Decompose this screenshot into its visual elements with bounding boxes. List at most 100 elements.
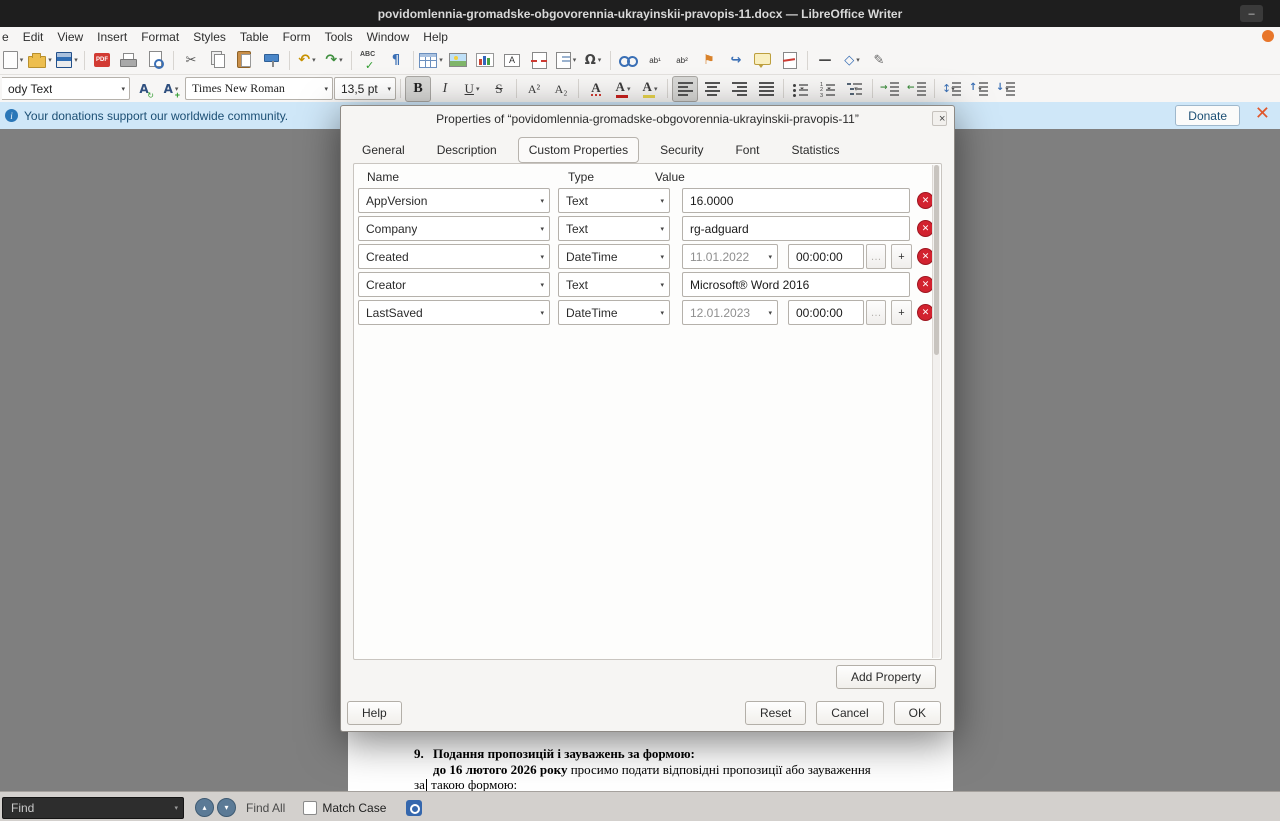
property-name-combobox[interactable]: AppVersion▾ [358,188,550,213]
add-value-button[interactable]: + [891,244,912,269]
decrease-paragraph-spacing-icon[interactable]: ▾ [993,76,1019,102]
find-and-replace-icon[interactable] [406,800,422,816]
line-spacing-dropdown-icon[interactable]: ▾ [951,85,955,93]
property-date-picker[interactable]: 11.01.2022▾ [682,244,778,269]
find-all-button[interactable]: Find All [246,801,285,815]
save-icon[interactable]: ▾ [54,47,80,73]
clone-formatting-icon[interactable]: ▾ [259,47,285,73]
insert-textbox-icon[interactable] [499,47,525,73]
ok-button[interactable]: OK [894,701,941,725]
clone-formatting-dropdown-icon[interactable]: ▾ [271,56,275,64]
match-case-checkbox[interactable] [303,801,317,815]
type-dropdown-icon[interactable]: ▾ [660,225,664,233]
scrollbar-thumb[interactable] [934,165,939,355]
property-type-combobox[interactable]: DateTime▾ [558,300,670,325]
decrease-paragraph-spacing-dropdown-icon[interactable]: ▾ [1005,85,1009,93]
property-type-combobox[interactable]: Text▾ [558,272,670,297]
insert-bookmark-icon[interactable]: ⚑ [696,47,722,73]
update-notification-icon[interactable] [1262,30,1274,42]
paragraph-style-dropdown-icon[interactable]: ▾ [121,85,125,93]
tab-statistics[interactable]: Statistics [780,137,850,163]
new-document-icon[interactable]: ▾ [0,47,26,73]
increase-paragraph-spacing-icon[interactable]: ▾ [966,76,992,102]
insert-comment-icon[interactable] [750,47,776,73]
property-name-combobox[interactable]: LastSaved▾ [358,300,550,325]
redo-icon[interactable]: ↷▾ [321,47,347,73]
tab-general[interactable]: General [351,137,416,163]
font-color-icon[interactable]: A▾ [610,76,636,102]
find-next-button[interactable]: ▾ [217,798,236,817]
highlight-color-dropdown-icon[interactable]: ▾ [654,85,658,93]
insert-table-dropdown-icon[interactable]: ▾ [439,56,443,64]
insert-table-icon[interactable]: ▾ [418,47,444,73]
align-left-icon[interactable] [672,76,698,102]
menu-window[interactable]: Window [360,27,417,46]
character-spotlight-icon[interactable]: A [583,76,609,102]
name-dropdown-icon[interactable]: ▾ [540,281,544,289]
line-spacing-icon[interactable]: ▾ [939,76,965,102]
add-value-button[interactable]: + [891,300,912,325]
font-size-combobox[interactable]: 13,5 pt ▾ [334,77,396,100]
new-document-dropdown-icon[interactable]: ▾ [20,56,24,64]
strikethrough-icon[interactable]: S [486,76,512,102]
insert-image-icon[interactable] [445,47,471,73]
tab-security[interactable]: Security [649,137,714,163]
align-right-icon[interactable] [726,76,752,102]
update-style-icon[interactable]: A [131,76,157,102]
open-icon[interactable]: ▾ [27,47,53,73]
property-name-combobox[interactable]: Created▾ [358,244,550,269]
special-character-icon[interactable]: Ω▾ [580,47,606,73]
property-date-picker[interactable]: 12.01.2023▾ [682,300,778,325]
menu-tools[interactable]: Tools [318,27,360,46]
increase-paragraph-spacing-dropdown-icon[interactable]: ▾ [978,85,982,93]
property-type-combobox[interactable]: Text▾ [558,216,670,241]
align-justify-icon[interactable] [753,76,779,102]
outline-list-icon[interactable]: ▾ [842,76,868,102]
property-value-input[interactable] [682,188,910,213]
ordered-list-dropdown-icon[interactable]: ▾ [827,85,831,93]
find-input[interactable]: Find ▾ [2,797,184,819]
export-pdf-icon[interactable] [89,47,115,73]
dialog-close-button[interactable]: × [932,111,947,126]
property-type-combobox[interactable]: Text▾ [558,188,670,213]
insert-chart-icon[interactable] [472,47,498,73]
save-dropdown-icon[interactable]: ▾ [74,56,78,64]
property-value-input[interactable] [682,272,910,297]
increase-indent-icon[interactable] [877,76,903,102]
menu-help[interactable]: Help [416,27,455,46]
decrease-indent-icon[interactable] [904,76,930,102]
type-dropdown-icon[interactable]: ▾ [660,197,664,205]
redo-dropdown-icon[interactable]: ▾ [339,56,343,64]
highlight-color-icon[interactable]: A▾ [637,76,663,102]
paste-dropdown-icon[interactable]: ▾ [244,56,248,64]
menu-file[interactable]: e [0,27,16,46]
align-center-icon[interactable] [699,76,725,102]
insert-field-icon[interactable]: ▾ [553,47,579,73]
page-break-icon[interactable] [526,47,552,73]
infobar-close-icon[interactable]: ✕ [1255,103,1270,124]
unordered-list-icon[interactable]: ▾ [788,76,814,102]
spelling-icon[interactable] [356,47,382,73]
property-value-input[interactable] [682,216,910,241]
paste-icon[interactable]: ▾ [232,47,258,73]
property-time-input[interactable] [788,300,864,325]
name-dropdown-icon[interactable]: ▾ [540,225,544,233]
menu-view[interactable]: View [50,27,90,46]
menu-format[interactable]: Format [134,27,186,46]
special-character-dropdown-icon[interactable]: ▾ [598,56,602,64]
paragraph-style-combobox[interactable]: ody Text ▾ [2,77,130,100]
date-dropdown-icon[interactable]: ▾ [768,253,772,261]
match-case-label[interactable]: Match Case [322,801,386,815]
insert-footnote-icon[interactable] [642,47,668,73]
italic-icon[interactable]: I [432,76,458,102]
insert-line-icon[interactable]: — [812,47,838,73]
find-previous-button[interactable]: ▴ [195,798,214,817]
minimize-button[interactable]: – [1240,5,1263,22]
print-icon[interactable] [116,47,142,73]
font-name-combobox[interactable]: Times New Roman ▾ [185,77,333,100]
unordered-list-dropdown-icon[interactable]: ▾ [800,85,804,93]
name-dropdown-icon[interactable]: ▾ [540,309,544,317]
name-dropdown-icon[interactable]: ▾ [540,253,544,261]
menu-form[interactable]: Form [276,27,318,46]
property-time-input[interactable] [788,244,864,269]
